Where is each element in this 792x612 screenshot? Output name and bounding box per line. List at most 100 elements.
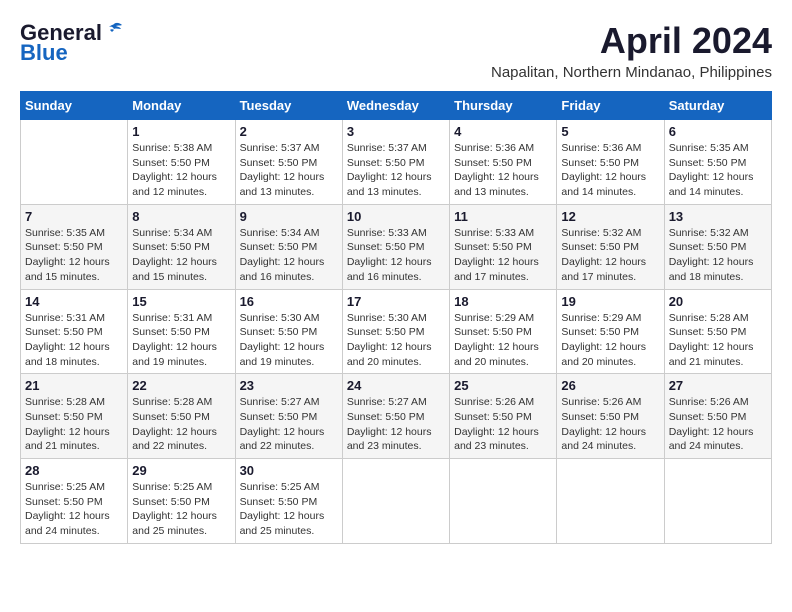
logo: General Blue [20,20,124,66]
calendar-cell: 9 Sunrise: 5:34 AM Sunset: 5:50 PM Daylig… [235,204,342,289]
day-info: Sunrise: 5:29 AM Sunset: 5:50 PM Dayligh… [561,311,659,370]
calendar-cell: 21 Sunrise: 5:28 AM Sunset: 5:50 PM Dayli… [21,374,128,459]
day-info: Sunrise: 5:27 AM Sunset: 5:50 PM Dayligh… [240,395,338,454]
day-info: Sunrise: 5:26 AM Sunset: 5:50 PM Dayligh… [561,395,659,454]
calendar-week-4: 21 Sunrise: 5:28 AM Sunset: 5:50 PM Dayli… [21,374,772,459]
day-info: Sunrise: 5:37 AM Sunset: 5:50 PM Dayligh… [347,141,445,200]
calendar-cell [342,459,449,544]
day-info: Sunrise: 5:36 AM Sunset: 5:50 PM Dayligh… [561,141,659,200]
day-info: Sunrise: 5:35 AM Sunset: 5:50 PM Dayligh… [669,141,767,200]
day-number: 22 [132,378,230,393]
calendar-cell: 22 Sunrise: 5:28 AM Sunset: 5:50 PM Dayli… [128,374,235,459]
calendar-header-row: SundayMondayTuesdayWednesdayThursdayFrid… [21,92,772,120]
calendar-cell: 26Sunrise: 5:26 AM Sunset: 5:50 PM Dayli… [557,374,664,459]
day-info: Sunrise: 5:28 AM Sunset: 5:50 PM Dayligh… [25,395,123,454]
calendar-cell: 25Sunrise: 5:26 AM Sunset: 5:50 PM Dayli… [450,374,557,459]
day-info: Sunrise: 5:33 AM Sunset: 5:50 PM Dayligh… [454,226,552,285]
logo-blue: Blue [20,40,68,66]
calendar-cell: 17 Sunrise: 5:30 AM Sunset: 5:50 PM Dayli… [342,289,449,374]
calendar-cell: 4 Sunrise: 5:36 AM Sunset: 5:50 PM Daylig… [450,120,557,205]
day-number: 12 [561,209,659,224]
day-number: 3 [347,124,445,139]
day-number: 14 [25,294,123,309]
calendar-cell: 13Sunrise: 5:32 AM Sunset: 5:50 PM Dayli… [664,204,771,289]
location-subtitle: Napalitan, Northern Mindanao, Philippine… [491,64,772,81]
day-number: 2 [240,124,338,139]
calendar-cell: 12Sunrise: 5:32 AM Sunset: 5:50 PM Dayli… [557,204,664,289]
day-number: 16 [240,294,338,309]
day-number: 4 [454,124,552,139]
calendar-cell [21,120,128,205]
calendar-cell: 29 Sunrise: 5:25 AM Sunset: 5:50 PM Dayli… [128,459,235,544]
day-info: Sunrise: 5:28 AM Sunset: 5:50 PM Dayligh… [132,395,230,454]
day-number: 9 [240,209,338,224]
day-info: Sunrise: 5:25 AM Sunset: 5:50 PM Dayligh… [132,480,230,539]
day-number: 8 [132,209,230,224]
day-info: Sunrise: 5:37 AM Sunset: 5:50 PM Dayligh… [240,141,338,200]
day-number: 30 [240,463,338,478]
day-number: 28 [25,463,123,478]
calendar-week-5: 28 Sunrise: 5:25 AM Sunset: 5:50 PM Dayli… [21,459,772,544]
day-number: 23 [240,378,338,393]
calendar-week-3: 14 Sunrise: 5:31 AM Sunset: 5:50 PM Dayli… [21,289,772,374]
calendar-cell: 1 Sunrise: 5:38 AM Sunset: 5:50 PM Daylig… [128,120,235,205]
day-number: 29 [132,463,230,478]
day-info: Sunrise: 5:30 AM Sunset: 5:50 PM Dayligh… [240,311,338,370]
day-info: Sunrise: 5:28 AM Sunset: 5:50 PM Dayligh… [669,311,767,370]
day-info: Sunrise: 5:25 AM Sunset: 5:50 PM Dayligh… [240,480,338,539]
calendar-cell: 3 Sunrise: 5:37 AM Sunset: 5:50 PM Daylig… [342,120,449,205]
day-info: Sunrise: 5:34 AM Sunset: 5:50 PM Dayligh… [240,226,338,285]
day-info: Sunrise: 5:35 AM Sunset: 5:50 PM Dayligh… [25,226,123,285]
day-number: 10 [347,209,445,224]
day-number: 5 [561,124,659,139]
day-info: Sunrise: 5:34 AM Sunset: 5:50 PM Dayligh… [132,226,230,285]
day-info: Sunrise: 5:36 AM Sunset: 5:50 PM Dayligh… [454,141,552,200]
day-info: Sunrise: 5:38 AM Sunset: 5:50 PM Dayligh… [132,141,230,200]
day-number: 21 [25,378,123,393]
weekday-header-friday: Friday [557,92,664,120]
calendar-cell: 15Sunrise: 5:31 AM Sunset: 5:50 PM Dayli… [128,289,235,374]
day-number: 11 [454,209,552,224]
day-number: 1 [132,124,230,139]
weekday-header-tuesday: Tuesday [235,92,342,120]
calendar-cell: 23 Sunrise: 5:27 AM Sunset: 5:50 PM Dayli… [235,374,342,459]
day-number: 6 [669,124,767,139]
calendar-cell: 11 Sunrise: 5:33 AM Sunset: 5:50 PM Dayli… [450,204,557,289]
day-number: 13 [669,209,767,224]
calendar-table: SundayMondayTuesdayWednesdayThursdayFrid… [20,91,772,544]
month-title: April 2024 [491,20,772,62]
calendar-cell: 24 Sunrise: 5:27 AM Sunset: 5:50 PM Dayli… [342,374,449,459]
calendar-cell: 5 Sunrise: 5:36 AM Sunset: 5:50 PM Daylig… [557,120,664,205]
weekday-header-monday: Monday [128,92,235,120]
weekday-header-wednesday: Wednesday [342,92,449,120]
calendar-cell: 20 Sunrise: 5:28 AM Sunset: 5:50 PM Dayli… [664,289,771,374]
calendar-cell: 8 Sunrise: 5:34 AM Sunset: 5:50 PM Daylig… [128,204,235,289]
calendar-week-1: 1 Sunrise: 5:38 AM Sunset: 5:50 PM Daylig… [21,120,772,205]
day-info: Sunrise: 5:31 AM Sunset: 5:50 PM Dayligh… [132,311,230,370]
day-info: Sunrise: 5:30 AM Sunset: 5:50 PM Dayligh… [347,311,445,370]
calendar-cell [450,459,557,544]
calendar-cell: 16 Sunrise: 5:30 AM Sunset: 5:50 PM Dayli… [235,289,342,374]
day-info: Sunrise: 5:33 AM Sunset: 5:50 PM Dayligh… [347,226,445,285]
day-info: Sunrise: 5:26 AM Sunset: 5:50 PM Dayligh… [669,395,767,454]
calendar-cell: 28 Sunrise: 5:25 AM Sunset: 5:50 PM Dayli… [21,459,128,544]
weekday-header-thursday: Thursday [450,92,557,120]
calendar-cell: 10 Sunrise: 5:33 AM Sunset: 5:50 PM Dayli… [342,204,449,289]
day-number: 27 [669,378,767,393]
logo-bird-icon [104,22,124,40]
day-info: Sunrise: 5:26 AM Sunset: 5:50 PM Dayligh… [454,395,552,454]
page-header: General Blue April 2024 Napalitan, North… [20,20,772,81]
day-number: 17 [347,294,445,309]
weekday-header-sunday: Sunday [21,92,128,120]
day-number: 20 [669,294,767,309]
calendar-cell: 7Sunrise: 5:35 AM Sunset: 5:50 PM Daylig… [21,204,128,289]
title-section: April 2024 Napalitan, Northern Mindanao,… [491,20,772,81]
calendar-cell: 18Sunrise: 5:29 AM Sunset: 5:50 PM Dayli… [450,289,557,374]
day-info: Sunrise: 5:27 AM Sunset: 5:50 PM Dayligh… [347,395,445,454]
day-number: 24 [347,378,445,393]
calendar-cell: 14Sunrise: 5:31 AM Sunset: 5:50 PM Dayli… [21,289,128,374]
weekday-header-saturday: Saturday [664,92,771,120]
calendar-cell [557,459,664,544]
day-number: 19 [561,294,659,309]
day-info: Sunrise: 5:25 AM Sunset: 5:50 PM Dayligh… [25,480,123,539]
